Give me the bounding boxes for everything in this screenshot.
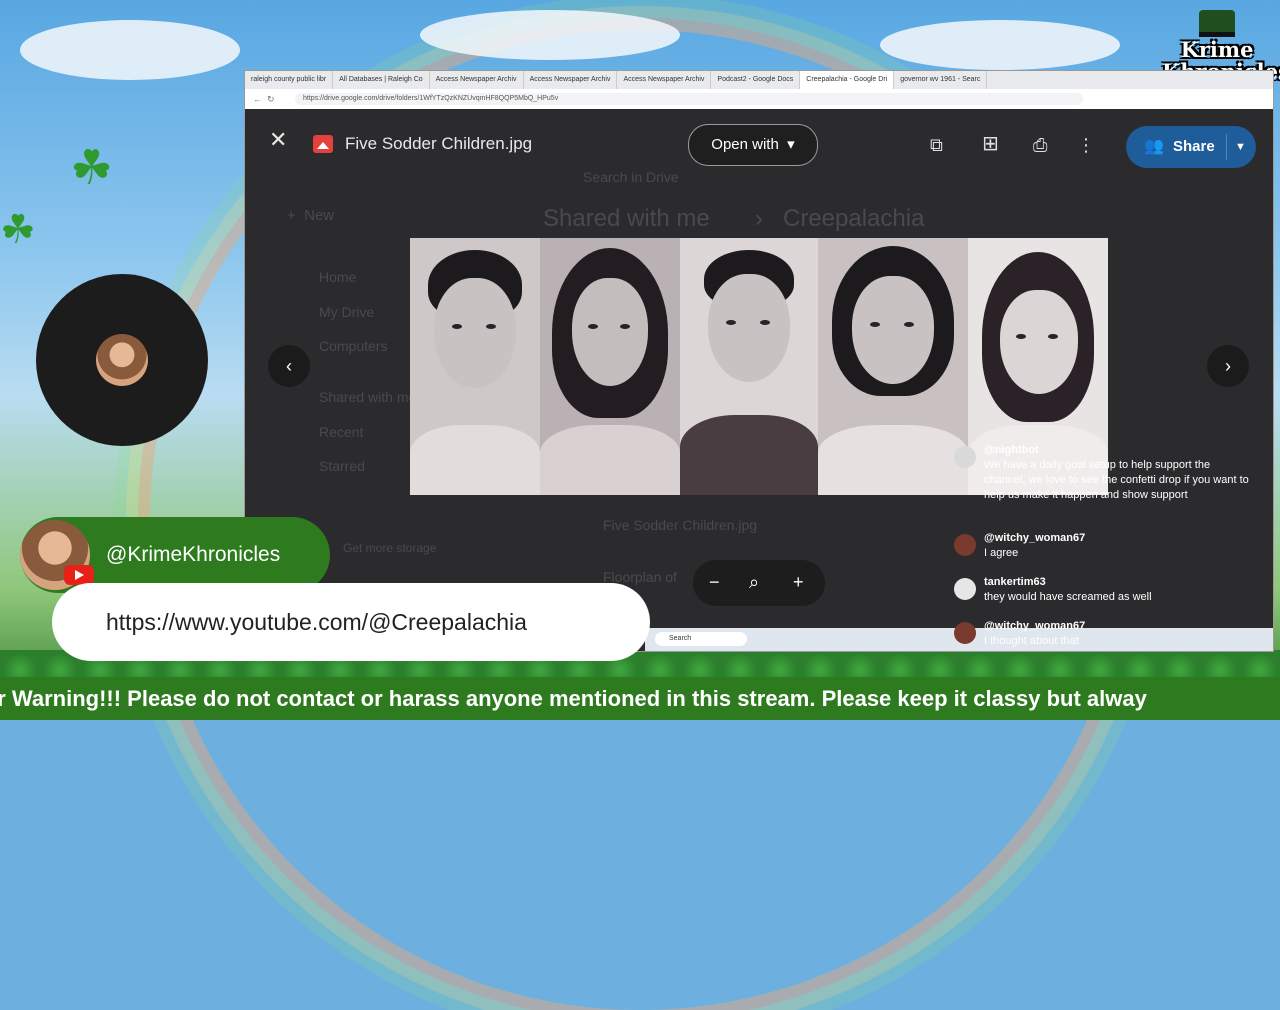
chat-text: they would have screamed as well: [984, 591, 1152, 603]
shamrock-icon: ☘: [0, 208, 36, 252]
browser-tab[interactable]: Access Newspaper Archiv: [524, 71, 618, 89]
add-comment-icon[interactable]: ⊞: [982, 131, 999, 156]
url-field[interactable]: https://drive.google.com/drive/folders/1…: [295, 93, 1083, 105]
back-icon[interactable]: ←: [253, 94, 262, 104]
chat-username: @witchy_woman67: [984, 620, 1086, 632]
chat-username: @witchy_woman67: [984, 532, 1086, 544]
webcam-frame: [36, 274, 208, 446]
chat-text: I thought about that: [984, 635, 1079, 647]
cloud: [880, 20, 1120, 70]
browser-tab[interactable]: Podcast2 - Google Docs: [711, 71, 801, 89]
breadcrumb-sep: ›: [755, 205, 763, 232]
image-file-icon: [313, 135, 333, 153]
previous-image-button[interactable]: ‹: [268, 345, 310, 387]
drive-search: Search in Drive: [583, 169, 679, 185]
viewer-toolbar: ✕ Five Sodder Children.jpg Open with ▾ ⧉…: [245, 109, 1273, 169]
close-icon[interactable]: ✕: [269, 129, 287, 151]
more-options-icon[interactable]: ⋮: [1077, 135, 1095, 156]
photo-portrait: [410, 238, 540, 495]
chat-text: I agree: [984, 547, 1019, 559]
zoom-controls: − ⌕ +: [693, 560, 825, 606]
drive-nav-item: Computers: [319, 338, 388, 354]
youtube-icon: [64, 565, 94, 585]
zoom-icon[interactable]: ⌕: [749, 572, 759, 593]
next-image-button[interactable]: ›: [1207, 345, 1249, 387]
move-to-folder-icon[interactable]: ⧉: [930, 135, 943, 156]
leprechaun-hat-icon: [1199, 10, 1235, 37]
cloud: [20, 20, 240, 80]
photo-portrait: [540, 238, 680, 495]
warning-ticker: er Warning!!! Please do not contact or h…: [0, 677, 1280, 720]
browser-tab[interactable]: governor wv 1961 - Searc: [894, 71, 988, 89]
people-icon: 👥: [1144, 138, 1164, 155]
zoom-out-button[interactable]: −: [709, 572, 720, 593]
avatar: [96, 334, 148, 386]
breadcrumb-shared: Shared with me: [543, 205, 710, 232]
browser-tab[interactable]: Access Newspaper Archiv: [617, 71, 712, 89]
chat-avatar: [954, 622, 976, 644]
drive-nav-item: Starred: [319, 458, 365, 474]
ticker-text: er Warning!!! Please do not contact or h…: [0, 686, 1147, 711]
shamrock-icon: ☘: [70, 142, 114, 195]
drive-nav-item: Recent: [319, 424, 364, 440]
drive-nav-item: My Drive: [319, 304, 375, 320]
open-with-button[interactable]: Open with ▾: [688, 124, 818, 166]
cloud: [420, 10, 680, 60]
browser-tab[interactable]: Access Newspaper Archiv: [430, 71, 524, 89]
chat-username: tankertim63: [984, 576, 1046, 588]
channel-handle: @KrimeKhronicles: [106, 543, 281, 566]
file-name: Five Sodder Children.jpg: [345, 134, 533, 153]
file-row: Five Sodder Children.jpg: [603, 517, 758, 533]
chat-text: We have a daily goal setup to help suppo…: [984, 459, 1249, 501]
chat-avatar: [954, 534, 976, 556]
drive-nav-item: Home: [319, 269, 357, 285]
taskbar-search[interactable]: Search: [655, 632, 747, 646]
browser-tab[interactable]: Creepalachia - Google Dri: [800, 71, 895, 89]
live-chat: @nightbot We have a daily goal setup to h…: [946, 440, 1272, 650]
browser-tab[interactable]: raleigh county public libr: [245, 71, 334, 89]
address-bar: ← ↻ https://drive.google.com/drive/folde…: [245, 89, 1273, 110]
zoom-in-button[interactable]: +: [793, 572, 804, 593]
channel-url-box: https://www.youtube.com/@Creepalachia: [52, 583, 650, 661]
reload-icon[interactable]: ↻: [267, 94, 275, 105]
browser-tab[interactable]: All Databases | Raleigh Co: [333, 71, 430, 89]
breadcrumb-folder: Creepalachia: [783, 205, 925, 232]
photo-portrait: [680, 238, 818, 495]
chevron-down-icon[interactable]: ▼: [1235, 126, 1246, 168]
tab-bar: raleigh county public libr All Databases …: [245, 71, 1273, 89]
chat-avatar: [954, 446, 976, 468]
channel-url: https://www.youtube.com/@Creepalachia: [106, 609, 527, 635]
share-button[interactable]: 👥 Share ▼: [1126, 126, 1256, 168]
new-button: + New: [287, 207, 335, 224]
storage-link: Get more storage: [343, 541, 437, 555]
print-icon[interactable]: ⎙: [1033, 135, 1047, 156]
chat-avatar: [954, 578, 976, 600]
drive-nav-item: Shared with me: [319, 389, 417, 405]
divider: [1226, 134, 1227, 160]
chat-username: @nightbot: [984, 444, 1039, 456]
